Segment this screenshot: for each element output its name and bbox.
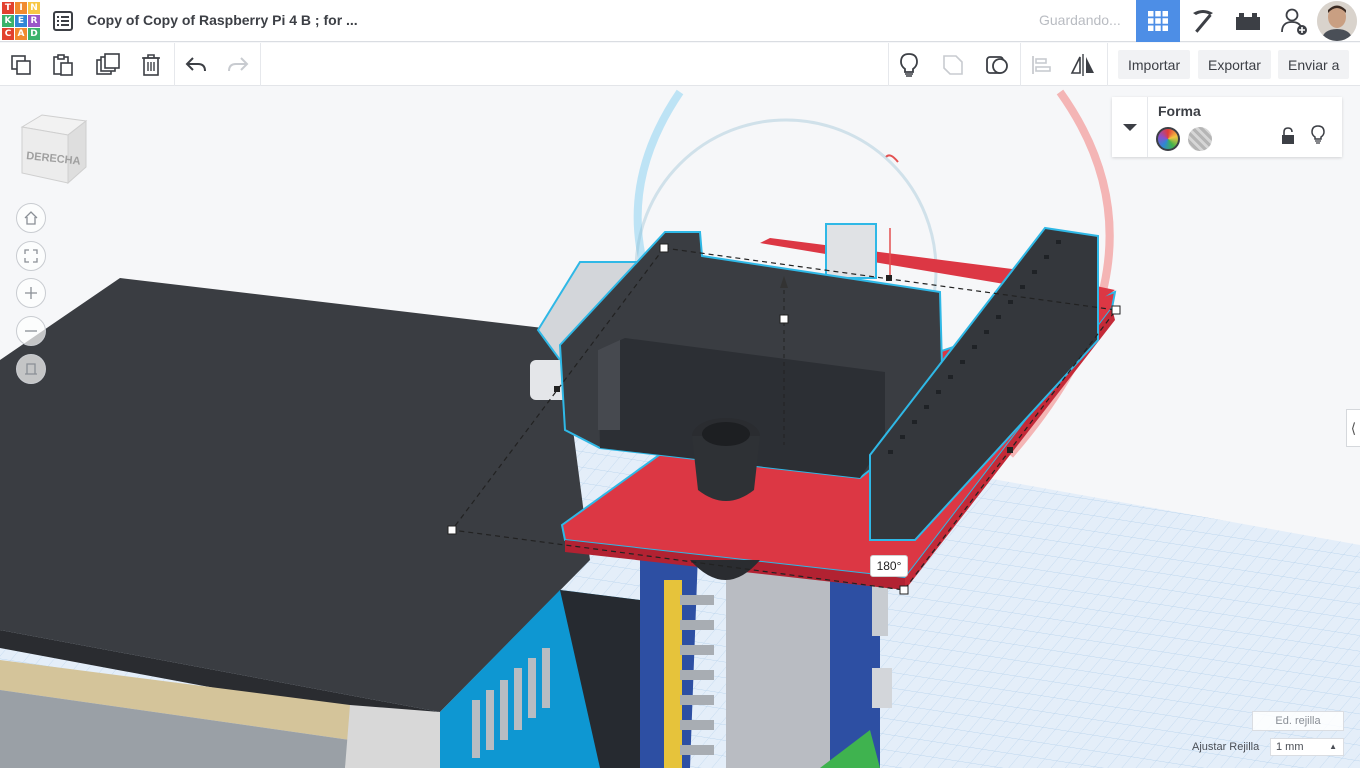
pickaxe-icon [1193,10,1213,33]
home-icon [24,211,38,225]
cpu-inset-wall [598,340,620,430]
zoom-in-button[interactable] [16,278,46,308]
solid-color-swatch[interactable] [1156,127,1180,151]
redo-button[interactable] [222,49,254,81]
rotation-angle-label: 180° [870,555,908,577]
group-icon [943,55,963,75]
mirror-icon [1070,54,1094,76]
ungroup-icon [986,56,1008,74]
logo-letter: N [28,2,40,14]
home-view-button[interactable] [16,203,46,233]
logo-letter: E [15,15,27,27]
duplicate-button[interactable] [92,49,124,81]
edge-handle [886,275,892,281]
trash-icon [142,54,160,76]
scene-3d[interactable] [0,87,1360,768]
brick-icon [1236,13,1260,30]
shape-inspector: Forma [1112,97,1342,157]
fit-view-button[interactable] [16,241,46,271]
collapse-inspector-button[interactable] [1112,97,1148,157]
edge-handle [554,386,560,392]
logo-letter: I [15,2,27,14]
edit-grid-button[interactable]: Ed. rejilla [1252,711,1344,731]
chevron-left-icon: ⟨ [1350,419,1357,436]
perspective-icon [25,363,37,375]
fit-icon [24,249,38,263]
mirror-button[interactable] [1067,49,1099,81]
edge-handle [1007,447,1013,453]
logo-letter: T [2,2,14,14]
toolbar-divider [174,43,175,86]
logo-letter: K [2,15,14,27]
view-cube[interactable]: DERECHA [18,111,90,185]
paste-icon [53,54,73,76]
hole-swatch[interactable] [1188,127,1212,151]
zoom-out-button[interactable] [16,316,46,346]
user-avatar[interactable] [1317,1,1357,41]
group-button[interactable] [937,49,969,81]
toolbar-divider [1107,43,1108,86]
caret-icon: ▲ [1329,742,1337,751]
lightbulb-icon [1311,125,1325,144]
minus-icon [25,330,37,332]
align-icon [1032,56,1051,74]
edit-toolbar: Importar Exportar Enviar a [0,43,1360,86]
logo-letter: C [2,28,14,40]
inspector-title: Forma [1158,103,1201,119]
snap-grid-value: 1 mm [1276,741,1304,753]
ungroup-button[interactable] [981,49,1013,81]
design-title[interactable]: Copy of Copy of Raspberry Pi 4 B ; for .… [87,12,358,28]
toggle-shapes-panel[interactable]: ⟨ [1346,409,1360,447]
add-user-icon [1281,8,1307,35]
import-button[interactable]: Importar [1118,50,1191,79]
logo-letter: R [28,15,40,27]
show-all-button[interactable] [893,49,925,81]
copy-button[interactable] [5,49,37,81]
paste-button[interactable] [47,49,79,81]
toolbar-divider [260,43,261,86]
lock-button[interactable] [1280,127,1296,150]
copy-icon [11,55,31,75]
save-status: Guardando... [1039,12,1121,28]
align-button[interactable] [1025,49,1057,81]
logo-letter: A [15,28,27,40]
knob-cap [702,422,750,446]
toolbar-divider [888,43,889,86]
bricks-button[interactable] [1226,0,1270,42]
app-header: TIN KER CAD Copy of Copy of Raspberry Pi 4… [0,0,1360,42]
power-connector [825,223,877,279]
invite-user-button[interactable] [1272,0,1316,42]
send-to-button[interactable]: Enviar a [1278,50,1350,79]
grid-icon [1148,11,1168,31]
undo-button[interactable] [180,49,212,81]
tinkercad-logo[interactable]: TIN KER CAD [2,2,40,40]
snap-grid-label: Ajustar Rejilla [1192,741,1260,753]
duplicate-icon [96,53,120,75]
chevron-down-icon [1122,124,1137,131]
lightbulb-icon [900,53,918,77]
design-list-icon[interactable] [52,10,74,32]
export-button[interactable]: Exportar [1198,50,1271,79]
toolbar-divider [1020,43,1021,86]
unlock-icon [1282,127,1294,144]
delete-button[interactable] [135,49,167,81]
redo-icon [228,57,249,72]
undo-icon [185,57,206,72]
perspective-button[interactable] [16,354,46,384]
standoff [872,668,892,708]
minecraft-pickaxe-button[interactable] [1181,0,1225,42]
logo-letter: D [28,28,40,40]
plus-icon [25,287,37,299]
visibility-button[interactable] [1310,125,1326,150]
standoff [872,580,888,636]
case-layer-white [345,705,440,768]
snap-grid-select[interactable]: 1 mm ▲ [1270,738,1344,756]
workplane-viewport[interactable]: DERECHA Forma ⟨ 180° Ed. rejilla Ajustar… [0,87,1360,768]
camera-body [726,560,831,768]
grid-view-button[interactable] [1136,0,1180,42]
ribbon-cable [664,580,682,768]
